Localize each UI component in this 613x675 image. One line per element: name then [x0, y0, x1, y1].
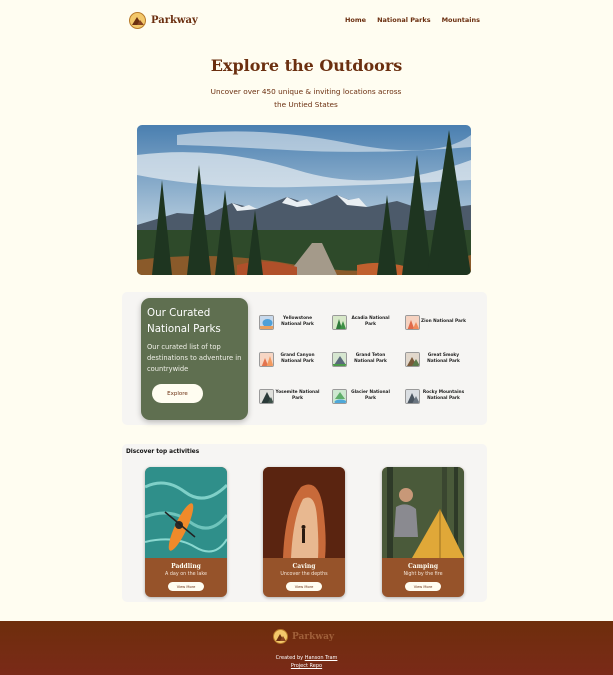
view-more-button[interactable]: View More	[286, 582, 322, 591]
curated-title: Our Curated National Parks	[147, 307, 221, 335]
main-nav: Home National Parks Mountains	[345, 16, 480, 24]
nav-mountains[interactable]: Mountains	[442, 16, 480, 24]
logo-mountain-icon	[129, 12, 146, 29]
glacier-icon	[332, 388, 347, 404]
activity-desc: Night by the fire	[403, 572, 443, 577]
park-name: Great Smoky National Park	[427, 353, 460, 364]
author-link[interactable]: Hanson Tram	[305, 655, 338, 661]
yellowstone-icon	[259, 314, 274, 330]
activity-card-caving[interactable]: Caving Uncover the depths View More	[263, 467, 345, 597]
view-more-button[interactable]: View More	[405, 582, 441, 591]
activities-title: Discover top activities	[126, 449, 200, 455]
credit-line: Created by Hanson Tram	[0, 655, 613, 661]
grand-teton-icon	[332, 351, 347, 367]
zion-icon	[405, 314, 420, 330]
logo-text: Parkway	[151, 15, 198, 26]
grand-canyon-icon	[259, 351, 274, 367]
park-great-smoky[interactable]: Great Smoky National Park	[405, 349, 467, 369]
camping-photo	[382, 467, 464, 558]
hero-image	[137, 125, 471, 275]
footer-logo-mountain-icon	[273, 629, 288, 644]
acadia-icon	[332, 314, 347, 330]
activity-desc: Uncover the depths	[280, 572, 328, 577]
park-name: Zion National Park	[421, 319, 466, 324]
hero-title: Explore the Outdoors	[210, 56, 403, 75]
park-yellowstone[interactable]: Yellowstone National Park	[259, 312, 321, 332]
caving-photo	[263, 467, 345, 558]
site-header: Parkway Home National Parks Mountains	[0, 0, 613, 42]
park-name: Grand Canyon National Park	[280, 353, 315, 364]
yosemite-icon	[259, 388, 274, 404]
park-name: Yosemite National Park	[275, 390, 320, 401]
nav-national-parks[interactable]: National Parks	[377, 16, 431, 24]
park-glacier[interactable]: Glacier National Park	[332, 386, 394, 406]
footer-logo-text: Parkway	[292, 631, 335, 642]
park-name: Rocky Mountains National Park	[422, 390, 465, 401]
park-grand-teton[interactable]: Grand Teton National Park	[332, 349, 394, 369]
park-acadia[interactable]: Acadia National Park	[332, 312, 394, 332]
park-zion[interactable]: Zion National Park	[405, 312, 467, 332]
credit-prefix: Created by	[275, 655, 304, 661]
park-name: Glacier National Park	[351, 390, 390, 401]
activity-desc: A day on the lake	[165, 572, 207, 577]
view-more-button[interactable]: View More	[168, 582, 204, 591]
footer-logo[interactable]: Parkway	[273, 629, 334, 644]
park-grand-canyon[interactable]: Grand Canyon National Park	[259, 349, 321, 369]
park-yosemite[interactable]: Yosemite National Park	[259, 386, 321, 406]
activity-name: Caving	[292, 563, 316, 570]
project-repo-link[interactable]: Project Repo	[0, 663, 613, 669]
nav-home[interactable]: Home	[345, 16, 366, 24]
activity-card-camping[interactable]: Camping Night by the fire View More	[382, 467, 464, 597]
curated-description: Our curated list of top destinations to …	[147, 343, 242, 373]
site-footer: Parkway Created by Hanson Tram Project R…	[0, 621, 613, 675]
activity-card-paddling[interactable]: Paddling A day on the lake View More	[145, 467, 227, 597]
explore-button[interactable]: Explore	[152, 384, 203, 403]
rocky-mountains-icon	[405, 388, 420, 404]
park-name: Yellowstone National Park	[281, 316, 314, 327]
park-rocky-mountains[interactable]: Rocky Mountains National Park	[405, 386, 467, 406]
hero-subtitle: Uncover over 450 unique & inviting locat…	[210, 87, 402, 109]
logo[interactable]: Parkway	[129, 12, 198, 29]
park-name: Acadia National Park	[351, 316, 390, 327]
curated-card: Our Curated National Parks Our curated l…	[141, 298, 248, 420]
great-smoky-icon	[405, 351, 420, 367]
paddling-photo	[145, 467, 227, 558]
park-name: Grand Teton National Park	[354, 353, 387, 364]
activity-name: Paddling	[171, 563, 201, 570]
activity-name: Camping	[407, 563, 439, 570]
